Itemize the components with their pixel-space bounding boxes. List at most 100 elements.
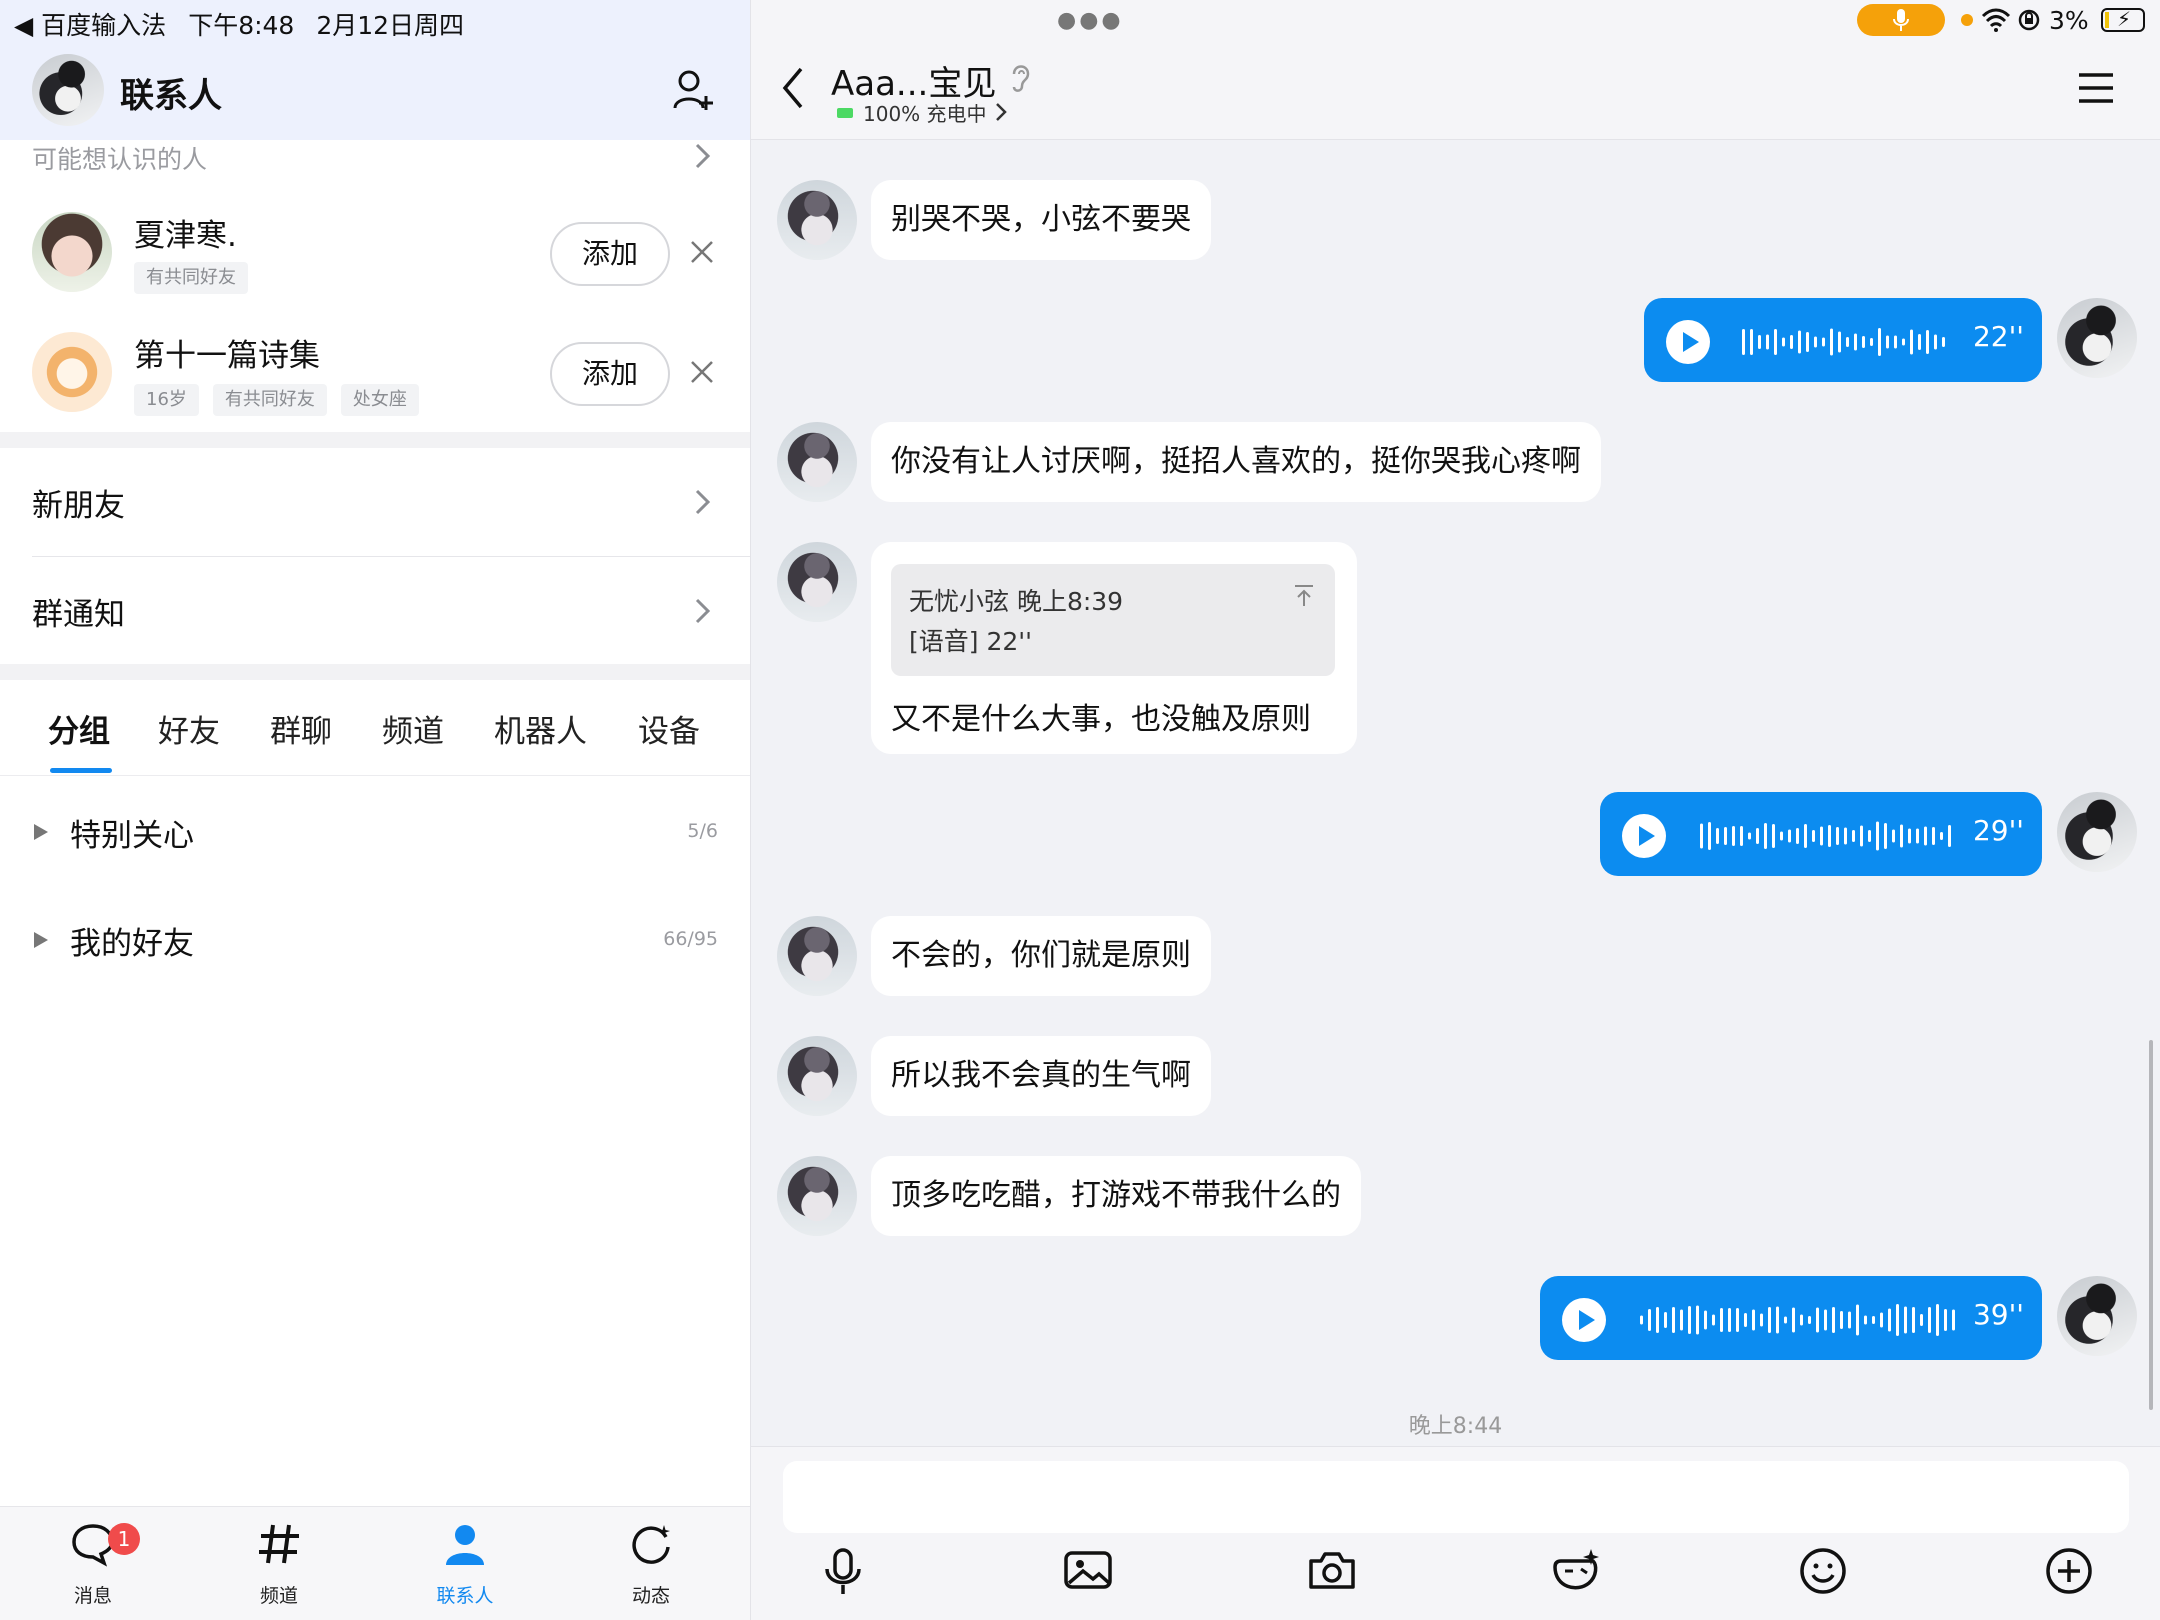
waveform-bar	[1788, 829, 1791, 843]
group-row-friends[interactable]: 我的好友 66/95	[0, 888, 750, 988]
waveform-bar	[1780, 831, 1783, 841]
image-icon[interactable]	[1063, 1547, 1113, 1593]
charging-bolt-icon: ⚡	[2117, 7, 2132, 31]
menu-icon[interactable]	[2077, 72, 2115, 104]
nav-moments[interactable]: 动态	[558, 1507, 744, 1620]
waveform-bar	[1920, 1314, 1923, 1326]
suggestion-item[interactable]: 第十一篇诗集 16岁 有共同好友 处女座 添加	[0, 320, 750, 440]
reply-bubble[interactable]: 无忧小弦 晚上8:39 [语音] 22'' 又不是什么大事，也没触及原则	[871, 542, 1357, 754]
peer-avatar[interactable]	[777, 422, 857, 502]
tab-groups[interactable]: 分组	[48, 706, 110, 751]
voice-message[interactable]: 22''	[1644, 298, 2042, 382]
waveform-bar	[1918, 334, 1921, 350]
menu-group-notice[interactable]: 群通知	[0, 557, 750, 665]
tag: 有共同好友	[134, 262, 248, 294]
section-divider	[0, 432, 750, 448]
waveform-bar	[1848, 1311, 1851, 1329]
contact-tabs: 分组 好友 群聊 频道 机器人 设备	[0, 680, 750, 776]
waveform-bar	[1910, 329, 1913, 355]
waveform-bar	[1774, 329, 1777, 355]
peer-avatar[interactable]	[777, 916, 857, 996]
play-icon[interactable]	[1666, 320, 1710, 364]
nav-contacts[interactable]: 联系人	[372, 1507, 558, 1620]
active-tab-indicator	[50, 768, 112, 773]
chevron-right-icon[interactable]	[995, 102, 1007, 122]
group-row-special[interactable]: 特别关心 5/6	[0, 780, 750, 880]
message-bubble[interactable]: 所以我不会真的生气啊	[871, 1036, 1211, 1116]
back-icon[interactable]	[781, 66, 805, 110]
nav-messages[interactable]: 1 消息	[0, 1507, 186, 1620]
waveform-bar	[1822, 337, 1825, 347]
suggestion-tags: 有共同好友	[134, 262, 262, 294]
my-chat-avatar[interactable]	[2057, 792, 2137, 872]
add-button[interactable]: 添加	[550, 342, 670, 406]
voice-message[interactable]: 39''	[1540, 1276, 2042, 1360]
ear-icon[interactable]	[1009, 62, 1033, 94]
waveform-bar	[1820, 826, 1823, 846]
waveform-bar	[1716, 828, 1719, 844]
waveform-bar	[1736, 1308, 1739, 1332]
add-contact-icon[interactable]	[672, 68, 714, 112]
menu-new-friends[interactable]: 新朋友	[0, 448, 750, 556]
tab-devices[interactable]: 设备	[638, 706, 700, 751]
waveform-bar	[1846, 337, 1849, 347]
message-bubble[interactable]: 你没有让人讨厌啊，挺招人喜欢的，挺你哭我心疼啊	[871, 422, 1601, 502]
quoted-message[interactable]: 无忧小弦 晚上8:39 [语音] 22''	[891, 564, 1335, 676]
unread-badge: 1	[108, 1523, 140, 1555]
menu-label: 群通知	[32, 597, 125, 633]
plus-icon[interactable]	[2045, 1547, 2093, 1595]
camera-icon[interactable]	[1307, 1547, 1357, 1593]
add-button[interactable]: 添加	[550, 222, 670, 286]
peer-avatar[interactable]	[777, 1036, 857, 1116]
close-icon[interactable]	[690, 240, 714, 264]
tab-bots[interactable]: 机器人	[494, 706, 587, 751]
waveform-bar	[1888, 1308, 1891, 1332]
waveform-bar	[1764, 823, 1767, 849]
message-bubble[interactable]: 别哭不哭，小弦不要哭	[871, 180, 1211, 260]
waveform-bar	[1876, 821, 1879, 851]
suggestion-avatar[interactable]	[32, 332, 112, 412]
waveform-bar	[1912, 1307, 1915, 1333]
waveform-bar	[1748, 832, 1751, 840]
waveform-bar	[1862, 336, 1865, 348]
multitask-dots-icon[interactable]: ●●●	[1057, 8, 1124, 33]
waveform-bar	[1852, 830, 1855, 842]
tab-friends[interactable]: 好友	[158, 706, 220, 751]
my-chat-avatar[interactable]	[2057, 1276, 2137, 1356]
waveform-bar	[1756, 828, 1759, 844]
tab-group-chats[interactable]: 群聊	[270, 706, 332, 751]
input-area	[751, 1446, 2160, 1620]
peer-avatar[interactable]	[777, 180, 857, 260]
scrollbar[interactable]	[2149, 1040, 2153, 1410]
message-bubble[interactable]: 不会的，你们就是原则	[871, 916, 1211, 996]
tab-channels[interactable]: 频道	[382, 706, 444, 751]
waveform-bar	[1804, 824, 1807, 848]
suggestion-item[interactable]: 夏津寒. 有共同好友 添加	[0, 200, 750, 320]
nav-channels[interactable]: 频道	[186, 1507, 372, 1620]
waveform-bar	[1696, 1305, 1699, 1335]
peer-avatar[interactable]	[777, 542, 857, 622]
waveform-bar	[1854, 333, 1857, 351]
play-icon[interactable]	[1562, 1298, 1606, 1342]
play-icon[interactable]	[1622, 814, 1666, 858]
voice-message[interactable]: 29''	[1600, 792, 2042, 876]
my-chat-avatar[interactable]	[2057, 298, 2137, 378]
waveform-bar	[1942, 337, 1945, 347]
message-bubble[interactable]: 顶多吃吃醋，打游戏不带我什么的	[871, 1156, 1361, 1236]
peer-avatar[interactable]	[777, 1156, 857, 1236]
waveform-bar	[1940, 832, 1943, 840]
my-avatar[interactable]	[32, 54, 104, 126]
message-input[interactable]	[783, 1461, 2129, 1533]
close-icon[interactable]	[690, 360, 714, 384]
back-to-app[interactable]: ◀ 百度输入法	[14, 6, 166, 42]
chat-header: ●●● 3% ⚡ Aaa...宝见 100% 充电中	[751, 0, 2160, 140]
emoji-icon[interactable]	[1799, 1547, 1847, 1595]
chat-subtitle[interactable]: 100% 充电中	[863, 98, 987, 127]
jump-to-quote-icon[interactable]	[1293, 584, 1315, 608]
sticker-icon[interactable]	[1551, 1547, 1603, 1595]
voice-waveform	[1640, 1304, 1955, 1336]
microphone-icon[interactable]	[823, 1547, 863, 1597]
chevron-right-icon[interactable]	[694, 142, 712, 170]
suggestion-avatar[interactable]	[32, 212, 112, 292]
suggestion-name: 夏津寒.	[134, 218, 237, 254]
